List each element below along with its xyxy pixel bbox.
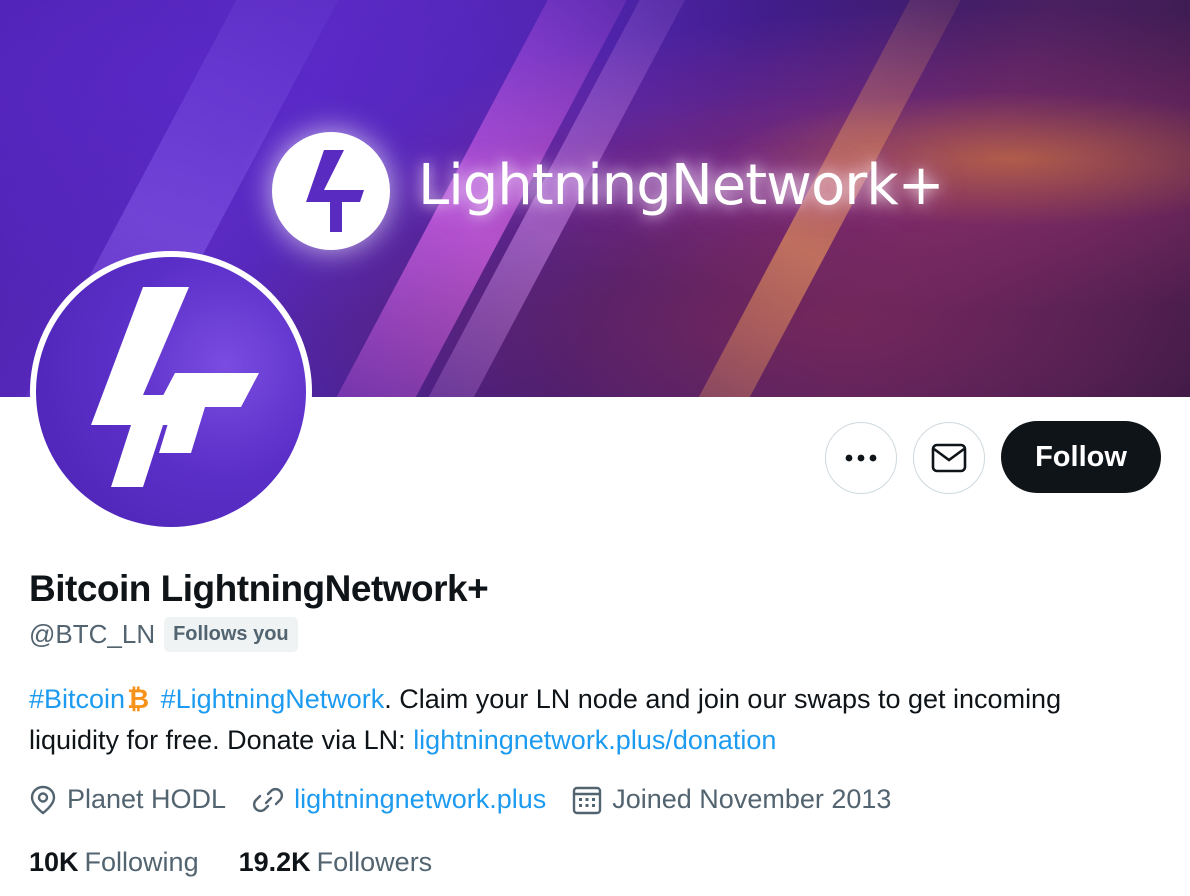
profile-meta: Planet HODL lightningnetwork.plus Joined… — [29, 784, 917, 815]
follows-you-badge: Follows you — [164, 617, 298, 652]
hashtag-bitcoin-link[interactable]: #Bitcoin — [29, 684, 125, 714]
ellipsis-icon — [845, 454, 877, 462]
joined-item: Joined November 2013 — [572, 784, 891, 815]
banner-title: LightningNetwork+ — [418, 153, 945, 218]
donation-link[interactable]: lightningnetwork.plus/donation — [413, 725, 776, 755]
display-name: Bitcoin LightningNetwork+ — [29, 568, 489, 609]
followers-count: 19.2K — [238, 847, 311, 877]
website-item: lightningnetwork.plus — [252, 784, 546, 815]
avatar[interactable] — [30, 251, 312, 533]
following-label: Following — [84, 847, 199, 877]
joined-date: Joined November 2013 — [612, 784, 892, 814]
envelope-icon — [931, 443, 967, 473]
following-stat[interactable]: 10K Following — [29, 847, 199, 878]
more-options-button[interactable] — [825, 422, 897, 494]
location-item: Planet HODL — [29, 784, 226, 815]
location-text: Planet HODL — [67, 784, 227, 814]
lightning-plus-logo-icon — [36, 257, 306, 527]
location-pin-icon — [30, 785, 56, 814]
website-link[interactable]: lightningnetwork.plus — [294, 784, 546, 815]
follow-stats: 10K Following 19.2K Followers — [29, 847, 472, 878]
followers-stat[interactable]: 19.2K Followers — [239, 847, 433, 878]
following-count: 10K — [29, 847, 79, 877]
banner-logo-icon — [272, 132, 390, 250]
message-button[interactable] — [913, 422, 985, 494]
hashtag-lightningnetwork-link[interactable]: #LightningNetwork — [161, 684, 385, 714]
followers-label: Followers — [316, 847, 433, 877]
user-handle: @BTC_LN — [29, 619, 156, 649]
bitcoin-icon: ₿ — [127, 684, 150, 714]
profile-bio: #Bitcoin₿ #LightningNetwork. Claim your … — [29, 679, 1129, 761]
handle-row: @BTC_LN Follows you — [29, 617, 298, 652]
calendar-icon — [573, 786, 602, 814]
link-icon — [253, 787, 284, 812]
follow-button[interactable]: Follow — [1001, 421, 1161, 493]
